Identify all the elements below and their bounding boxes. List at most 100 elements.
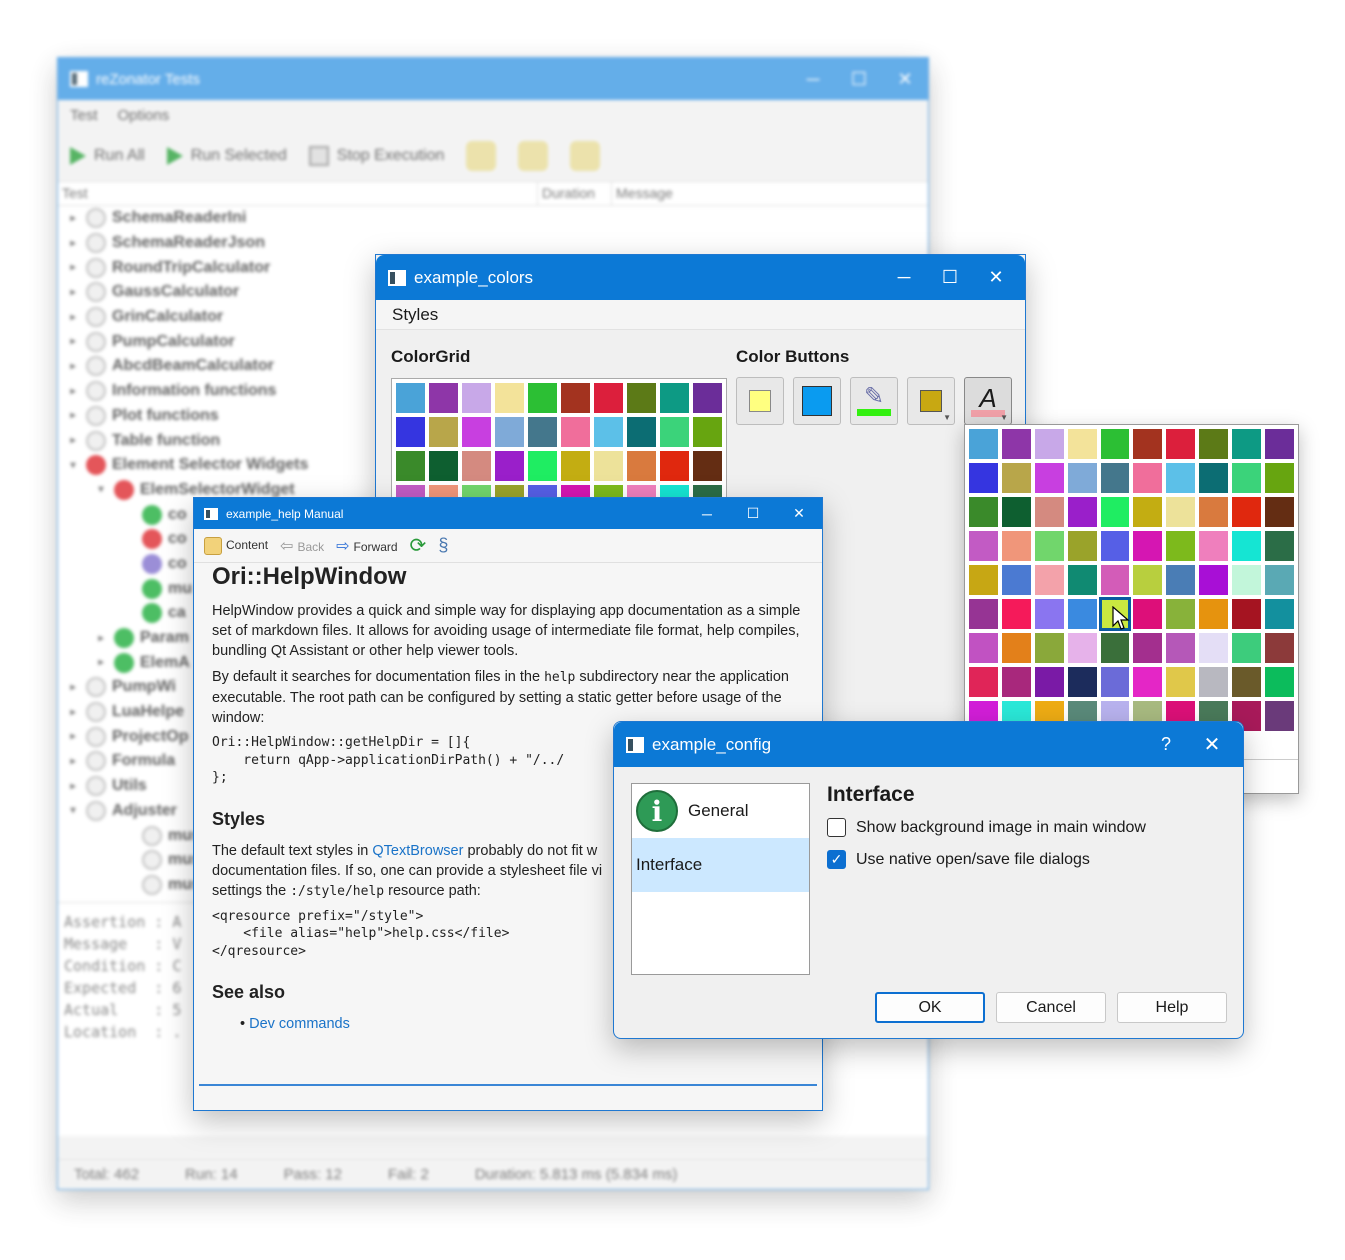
color-cell[interactable] <box>1265 497 1294 527</box>
color-cell[interactable] <box>1166 599 1196 629</box>
color-cell[interactable] <box>1034 633 1064 663</box>
popup-color-grid[interactable] <box>965 425 1298 731</box>
qtextbrowser-link[interactable]: QTextBrowser <box>372 843 463 859</box>
color-cell[interactable] <box>1067 429 1097 459</box>
minimize-button[interactable]: ─ <box>790 58 836 100</box>
color-cell[interactable] <box>528 451 557 481</box>
color-cell[interactable] <box>1100 429 1130 459</box>
color-cell[interactable] <box>1133 633 1163 663</box>
color-cell[interactable] <box>660 451 689 481</box>
menu-test[interactable]: Test <box>70 107 98 124</box>
color-cell[interactable] <box>528 383 557 413</box>
color-cell[interactable] <box>495 417 524 447</box>
close-button[interactable]: ✕ <box>776 498 822 529</box>
maximize-button[interactable]: ☐ <box>836 58 882 100</box>
color-cell[interactable] <box>969 565 998 595</box>
opt-background-image[interactable]: Show background image in main window <box>827 818 1146 837</box>
color-cell[interactable] <box>561 417 590 447</box>
color-cell[interactable] <box>495 383 524 413</box>
expand-arrow-icon[interactable]: ▸ <box>66 410 80 421</box>
help-button[interactable]: Help <box>1117 992 1227 1023</box>
color-cell[interactable] <box>1034 429 1064 459</box>
color-cell[interactable] <box>1265 667 1294 697</box>
color-cell[interactable] <box>1034 497 1064 527</box>
color-cell[interactable] <box>396 451 425 481</box>
color-cell[interactable] <box>594 451 623 481</box>
checkbox-background-image[interactable] <box>827 818 846 837</box>
text-color-dropdown[interactable]: A ▼ <box>964 377 1012 425</box>
color-cell[interactable] <box>1232 633 1262 663</box>
color-cell[interactable] <box>1265 633 1294 663</box>
color-cell[interactable] <box>1232 667 1262 697</box>
color-cell[interactable] <box>1133 599 1163 629</box>
color-cell[interactable] <box>594 383 623 413</box>
color-cell[interactable] <box>1067 633 1097 663</box>
blue-color-button[interactable] <box>793 377 841 425</box>
color-cell[interactable] <box>462 417 491 447</box>
color-cell[interactable] <box>594 417 623 447</box>
color-cell[interactable] <box>1067 667 1097 697</box>
expand-arrow-icon[interactable]: ▸ <box>94 657 108 668</box>
color-cell[interactable] <box>627 451 656 481</box>
expand-arrow-icon[interactable]: ▸ <box>66 781 80 792</box>
color-cell[interactable] <box>969 497 998 527</box>
color-cell[interactable] <box>1001 531 1031 561</box>
color-cell[interactable] <box>1100 565 1130 595</box>
color-cell[interactable] <box>693 451 722 481</box>
nav-item-interface[interactable]: Interface <box>632 838 809 892</box>
color-cell[interactable] <box>561 383 590 413</box>
menu-styles[interactable]: Styles <box>392 305 438 325</box>
run-all-button[interactable]: Run All <box>70 146 145 165</box>
refresh-icon[interactable]: ⟳ <box>410 533 427 558</box>
color-cell[interactable] <box>1166 463 1196 493</box>
minimize-button[interactable]: ─ <box>881 255 927 300</box>
forward-button[interactable]: ⇨ Forward <box>336 536 397 556</box>
expand-arrow-icon[interactable]: ▸ <box>66 287 80 298</box>
back-button[interactable]: ⇦ Back <box>280 536 324 556</box>
col-test[interactable]: Test <box>58 182 538 205</box>
opt-native-dialogs[interactable]: ✓ Use native open/save file dialogs <box>827 850 1090 869</box>
color-cell[interactable] <box>1199 565 1229 595</box>
expand-arrow-icon[interactable]: ▸ <box>66 262 80 273</box>
color-cell[interactable] <box>429 417 458 447</box>
highlighter-color-button[interactable]: ✎ <box>850 377 898 425</box>
filter-icon[interactable] <box>466 140 497 171</box>
color-cell[interactable] <box>1133 429 1163 459</box>
color-grid[interactable] <box>391 378 727 513</box>
expand-arrow-icon[interactable]: ▾ <box>94 484 108 495</box>
expand-arrow-icon[interactable]: ▾ <box>66 805 80 816</box>
color-cell[interactable] <box>969 633 998 663</box>
color-cell[interactable] <box>1001 633 1031 663</box>
expand-arrow-icon[interactable]: ▸ <box>66 336 80 347</box>
color-cell[interactable] <box>1265 429 1294 459</box>
config-nav-list[interactable]: i General Interface <box>631 783 810 975</box>
expand-arrow-icon[interactable]: ▸ <box>66 213 80 224</box>
tree-row[interactable]: ▸ SchemaReaderIni <box>58 206 928 231</box>
color-cell[interactable] <box>1034 531 1064 561</box>
color-cell[interactable] <box>1166 565 1196 595</box>
tree-row[interactable]: ▸ SchemaReaderJson <box>58 231 928 256</box>
color-cell[interactable] <box>1133 463 1163 493</box>
color-cell[interactable] <box>1034 565 1064 595</box>
color-cell[interactable] <box>561 451 590 481</box>
color-cell[interactable] <box>1166 531 1196 561</box>
color-cell[interactable] <box>1265 565 1294 595</box>
color-cell[interactable] <box>1001 599 1031 629</box>
color-cell[interactable] <box>429 451 458 481</box>
color-cell[interactable] <box>462 383 491 413</box>
color-cell[interactable] <box>1265 701 1294 731</box>
color-cell[interactable] <box>396 383 425 413</box>
maximize-button[interactable]: ☐ <box>730 498 776 529</box>
color-cell[interactable] <box>1166 633 1196 663</box>
color-cell[interactable] <box>1067 599 1097 629</box>
color-cell[interactable] <box>1199 429 1229 459</box>
color-cell[interactable] <box>1100 531 1130 561</box>
expand-arrow-icon[interactable]: ▸ <box>66 238 80 249</box>
color-cell[interactable] <box>1034 667 1064 697</box>
color-cell[interactable] <box>969 463 998 493</box>
yellow-color-button[interactable] <box>736 377 784 425</box>
color-cell[interactable] <box>1232 497 1262 527</box>
color-cell[interactable] <box>1133 497 1163 527</box>
color-cell[interactable] <box>1199 531 1229 561</box>
color-cell[interactable] <box>969 667 998 697</box>
